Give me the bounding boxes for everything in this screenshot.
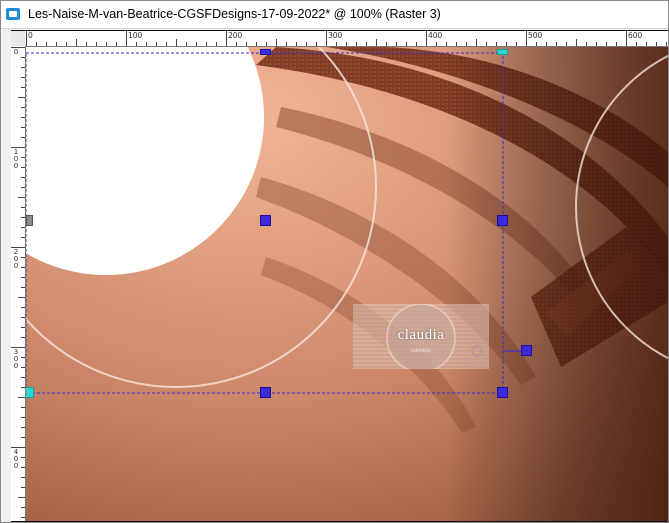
- hruler-label: 600: [628, 31, 643, 40]
- selection-handle-left[interactable]: [26, 215, 33, 226]
- watermark-text: claudia: [397, 327, 445, 343]
- window-titlebar[interactable]: Les-Naise-M-van-Beatrice-CGSFDesigns-17-…: [1, 1, 668, 29]
- vruler-label: 2 0 0: [13, 248, 19, 270]
- vruler-label: 1 0 0: [13, 148, 19, 170]
- hruler-label: 500: [528, 31, 543, 40]
- hruler-label: 300: [328, 31, 343, 40]
- canvas-artwork: [26, 47, 668, 521]
- window-title: Les-Naise-M-van-Beatrice-CGSFDesigns-17-…: [28, 7, 441, 21]
- selection-handle-top-right[interactable]: [497, 49, 508, 55]
- image-canvas[interactable]: claudia tutoriels: [26, 47, 668, 521]
- selection-handle-bottom[interactable]: [260, 387, 271, 398]
- rotation-handle[interactable]: [521, 345, 532, 356]
- hruler-label: 400: [428, 31, 443, 40]
- ruler-corner: [11, 31, 25, 46]
- vruler-label: 0: [13, 48, 19, 56]
- hruler-label: 200: [228, 31, 243, 40]
- right-shadow: [446, 47, 668, 521]
- horizontal-ruler-ticks: [26, 31, 667, 46]
- hruler-label: 0: [28, 31, 33, 40]
- selection-handle-bottom-left[interactable]: [26, 387, 34, 398]
- horizontal-ruler[interactable]: 0 100 200 300 400 500 600: [25, 31, 668, 47]
- selection-handle-center[interactable]: [260, 215, 271, 226]
- hruler-label: 100: [128, 31, 143, 40]
- document-window: Les-Naise-M-van-Beatrice-CGSFDesigns-17-…: [0, 0, 669, 523]
- watermark-badge: claudia tutoriels: [353, 304, 489, 369]
- app-icon: [6, 8, 20, 20]
- watermark-subtext: tutoriels: [411, 348, 431, 354]
- vruler-label: 4 0 0: [13, 448, 19, 470]
- selection-handle-right[interactable]: [497, 215, 508, 226]
- vruler-label: 3 0 0: [13, 348, 19, 370]
- selection-handle-top[interactable]: [260, 49, 271, 55]
- selection-handle-bottom-right[interactable]: [497, 387, 508, 398]
- vertical-ruler[interactable]: 0 1 0 0 2 0 0 3 0 0 4 0 0: [11, 46, 26, 521]
